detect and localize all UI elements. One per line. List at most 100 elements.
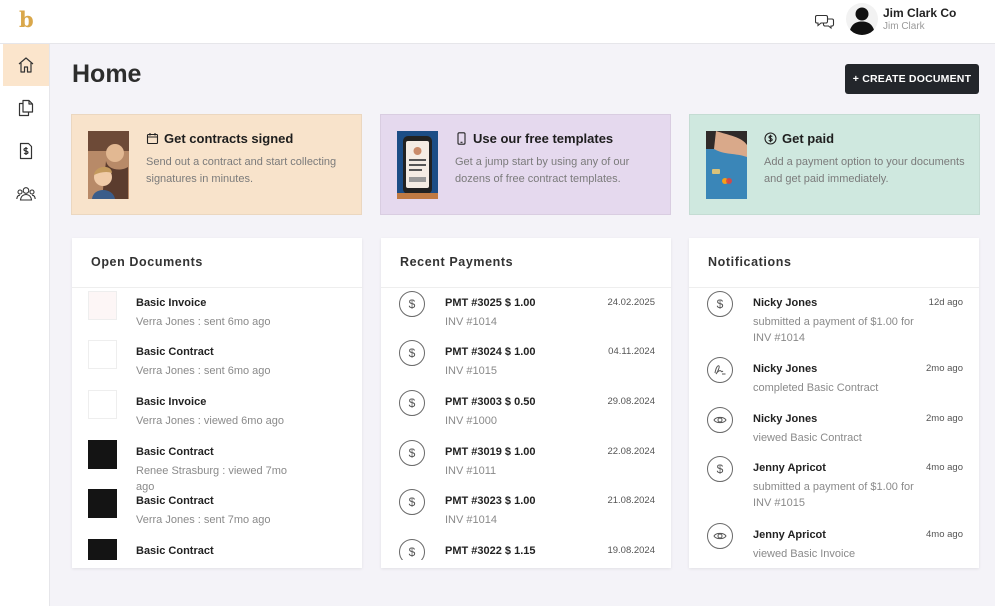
invoice-number: INV #1000 <box>445 415 497 427</box>
document-status: Renee Strasburg : viewed 7mo ago <box>136 465 288 493</box>
documents-icon <box>18 99 34 117</box>
eye-icon <box>707 407 733 433</box>
document-title: Basic Contract <box>136 346 214 358</box>
invoice-number: INV #1011 <box>445 465 497 477</box>
document-title: Basic Contract <box>136 446 214 458</box>
payment-title: PMT #3023 $ 1.00 <box>445 495 536 507</box>
promo-card-payments[interactable]: Get paid Add a payment option to your do… <box>689 114 980 215</box>
dollar-circle-icon: $ <box>399 340 425 366</box>
phone-icon <box>457 132 466 145</box>
payment-date: 04.11.2024 <box>608 346 655 357</box>
dollar-circle-icon <box>764 132 777 145</box>
payment-date: 22.08.2024 <box>607 446 655 457</box>
document-title: Basic Invoice <box>136 396 207 408</box>
notification-text: viewed Basic Contract <box>753 432 862 444</box>
signature-icon <box>707 357 733 383</box>
home-icon <box>18 57 34 73</box>
document-status: Verra Jones : viewed 6mo ago <box>136 415 284 427</box>
avatar[interactable] <box>846 3 878 35</box>
dollar-circle-icon: $ <box>707 291 733 317</box>
sidebar-item-payments[interactable] <box>3 130 49 172</box>
promo-title-text: Get paid <box>782 131 835 146</box>
promo-title-text: Use our free templates <box>473 131 614 146</box>
sidebar <box>0 44 50 606</box>
notification-time: 12d ago <box>928 297 963 308</box>
promo-image-family <box>88 131 129 199</box>
document-thumbnail <box>88 440 117 469</box>
notifications-card: Notifications $ Nicky Jones submitted a … <box>689 238 979 568</box>
document-thumbnail <box>88 489 117 518</box>
payment-date: 29.08.2024 <box>607 396 655 407</box>
card-title: Open Documents <box>91 255 203 269</box>
app-logo[interactable]: b <box>19 7 34 32</box>
notification-text: submitted a payment of $1.00 for INV #10… <box>753 316 914 344</box>
document-status: Verra Jones : sent 6mo ago <box>136 316 271 328</box>
document-thumbnail <box>88 539 117 560</box>
payment-date: 19.08.2024 <box>607 545 655 556</box>
notification-text: completed Basic Contract <box>753 382 879 394</box>
eye-icon <box>707 523 733 549</box>
payment-title: PMT #3019 $ 1.00 <box>445 446 536 458</box>
dollar-circle-icon: $ <box>399 291 425 317</box>
invoice-dollar-icon <box>19 142 33 160</box>
sidebar-item-contacts[interactable] <box>3 173 49 215</box>
recent-payments-list[interactable]: $ PMT #3025 $ 1.00 INV #1014 24.02.2025 … <box>381 288 671 560</box>
user-company-name[interactable]: Jim Clark Co <box>883 6 956 20</box>
sidebar-item-home[interactable] <box>3 44 49 86</box>
payment-date: 24.02.2025 <box>607 297 655 308</box>
create-document-button[interactable]: + CREATE DOCUMENT <box>845 64 979 94</box>
promo-title: Use our free templates <box>455 131 613 146</box>
document-thumbnail <box>88 291 117 320</box>
invoice-number: INV #1015 <box>445 365 497 377</box>
payment-title: PMT #3024 $ 1.00 <box>445 346 536 358</box>
document-title: Basic Invoice <box>136 297 207 309</box>
chat-bubbles-icon[interactable] <box>814 12 835 30</box>
notification-text: viewed Basic Invoice <box>753 548 856 560</box>
promo-description: Send out a contract and start collecting… <box>146 156 337 185</box>
promo-title: Get contracts signed <box>146 131 293 146</box>
promo-title: Get paid <box>764 131 834 146</box>
notification-actor: Nicky Jones <box>753 297 818 309</box>
notification-actor: Nicky Jones <box>753 413 818 425</box>
payment-title: PMT #3025 $ 1.00 <box>445 297 536 309</box>
notification-text: submitted a payment of $1.00 for INV #10… <box>753 481 914 509</box>
promo-description: Get a jump start by using any of our doz… <box>455 156 630 185</box>
notification-actor: Jenny Apricot <box>753 529 826 541</box>
user-name: Jim Clark <box>883 21 925 32</box>
people-icon <box>16 187 36 201</box>
dollar-circle-icon: $ <box>399 539 425 560</box>
promo-card-templates[interactable]: Use our free templates Get a jump start … <box>380 114 671 215</box>
notification-time: 4mo ago <box>926 462 963 473</box>
document-thumbnail <box>88 340 117 369</box>
notification-time: 2mo ago <box>926 363 963 374</box>
top-bar: b Jim Clark Co Jim Clark <box>0 0 995 44</box>
document-title: Basic Contract <box>136 495 214 507</box>
notifications-list[interactable]: $ Nicky Jones submitted a payment of $1.… <box>689 288 979 560</box>
payment-title: PMT #3003 $ 0.50 <box>445 396 536 408</box>
invoice-number: INV #1014 <box>445 514 497 526</box>
calendar-icon <box>146 133 159 145</box>
recent-payments-card: Recent Payments $ PMT #3025 $ 1.00 INV #… <box>381 238 671 568</box>
sidebar-item-documents[interactable] <box>3 87 49 129</box>
dollar-circle-icon: $ <box>399 390 425 416</box>
payment-title: PMT #3022 $ 1.15 <box>445 545 536 557</box>
notification-time: 4mo ago <box>926 529 963 540</box>
promo-description: Add a payment option to your documents a… <box>764 156 965 185</box>
open-documents-list[interactable]: Basic Invoice Verra Jones : sent 6mo ago… <box>72 288 362 560</box>
dollar-circle-icon: $ <box>399 489 425 515</box>
card-title: Recent Payments <box>400 255 514 269</box>
document-title: Basic Contract <box>136 545 214 557</box>
open-documents-card: Open Documents Basic Invoice Verra Jones… <box>72 238 362 568</box>
document-status: Verra Jones : sent 7mo ago <box>136 514 271 526</box>
payment-date: 21.08.2024 <box>607 495 655 506</box>
notification-time: 2mo ago <box>926 413 963 424</box>
notification-actor: Nicky Jones <box>753 363 818 375</box>
promo-title-text: Get contracts signed <box>164 131 294 146</box>
dollar-circle-icon: $ <box>399 440 425 466</box>
card-title: Notifications <box>708 255 792 269</box>
invoice-number: INV #1014 <box>445 316 497 328</box>
promo-image-card <box>706 131 747 199</box>
promo-card-contracts[interactable]: Get contracts signed Send out a contract… <box>71 114 362 215</box>
document-status: Verra Jones : sent 6mo ago <box>136 365 271 377</box>
document-thumbnail <box>88 390 117 419</box>
